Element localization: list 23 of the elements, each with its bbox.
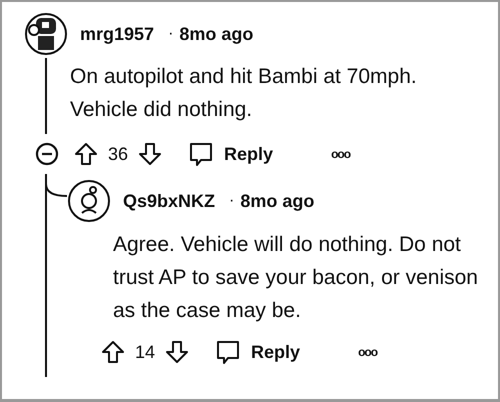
downvote-icon[interactable] (165, 340, 190, 364)
comment-icon (188, 141, 214, 167)
collapse-button[interactable] (34, 141, 60, 167)
timestamp: 8mo ago (179, 24, 254, 44)
reply-button[interactable]: Reply (188, 141, 274, 167)
more-options-button[interactable]: ooo (358, 345, 378, 359)
username[interactable]: mrg1957 (80, 24, 154, 44)
upvote-icon[interactable] (101, 340, 125, 364)
separator-dot: · (229, 192, 234, 210)
comment-text: On autopilot and hit Bambi at 70mph. Vehicle did nothing. (70, 64, 418, 123)
more-options-button[interactable]: ooo (331, 147, 350, 161)
vote-count: 14 (135, 342, 156, 362)
reply-button[interactable]: Reply (215, 339, 300, 365)
avatar-icon[interactable] (24, 12, 68, 56)
avatar-icon[interactable] (67, 179, 111, 223)
comment-icon (215, 339, 242, 365)
downvote-icon[interactable] (138, 142, 162, 166)
vote-count: 36 (108, 144, 128, 164)
upvote-icon[interactable] (74, 142, 98, 166)
comment-text: Agree. Vehicle will do nothing. Do not trust AP to save your bacon, or venison as the case may be. (113, 232, 478, 324)
timestamp: 8mo ago (240, 190, 314, 212)
separator-dot: · (168, 25, 174, 43)
username[interactable]: Qs9bxNKZ (123, 190, 216, 212)
